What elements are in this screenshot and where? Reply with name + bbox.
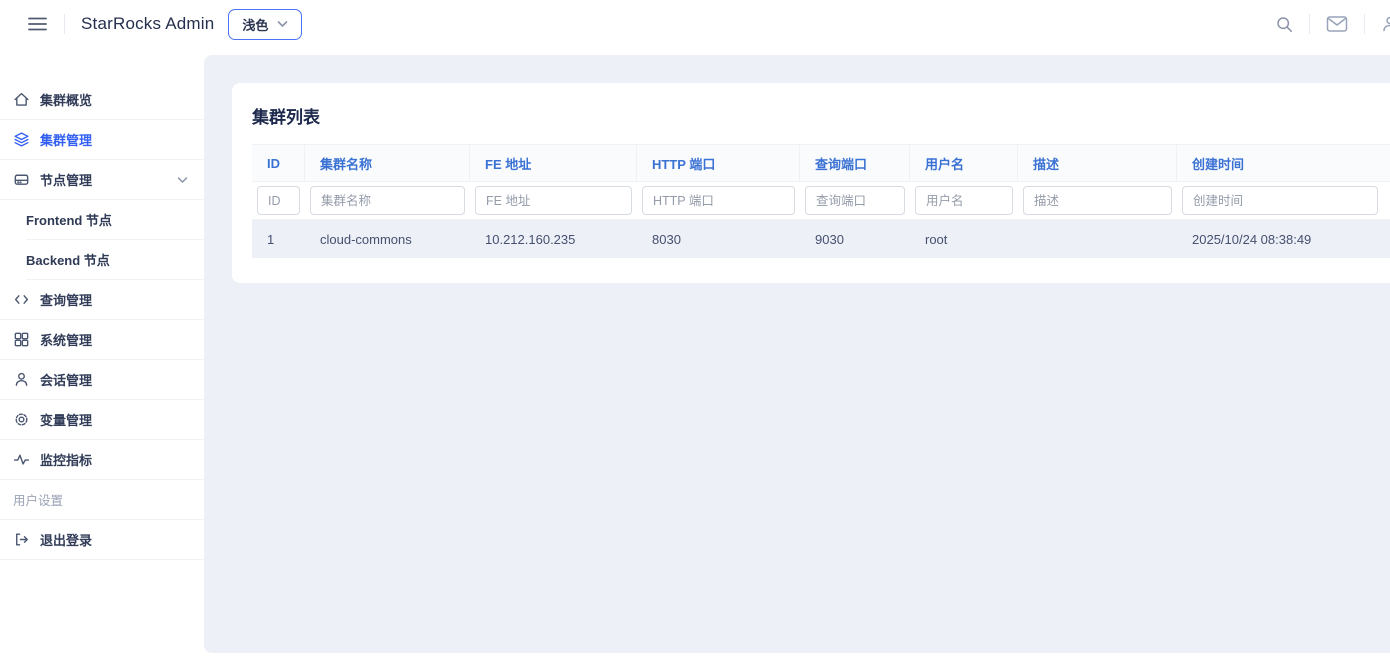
topbar-right bbox=[1276, 0, 1390, 48]
filter-input-description[interactable] bbox=[1023, 186, 1172, 215]
column-header-fe-address: FE 地址 bbox=[470, 145, 637, 181]
table-header-row: ID 集群名称 FE 地址 HTTP 端口 查询端口 用户名 描述 创建时间 bbox=[252, 144, 1390, 182]
filter-input-username[interactable] bbox=[915, 186, 1013, 215]
sidebar-item-session-management[interactable]: 会话管理 bbox=[0, 360, 204, 400]
sidebar: 集群概览 集群管理 节点管理 Frontend 节点 Backend 节点 bbox=[0, 48, 204, 662]
sidebar-item-label: 查询管理 bbox=[40, 290, 92, 309]
sidebar-item-variable-management[interactable]: 变量管理 bbox=[0, 400, 204, 440]
cluster-list-card: 集群列表 ID 集群名称 FE 地址 HTTP 端口 查询端口 用户名 描述 创… bbox=[232, 83, 1390, 283]
sidebar-item-backend-nodes[interactable]: Backend 节点 bbox=[26, 240, 204, 280]
cell-cluster-name: cloud-commons bbox=[305, 220, 470, 258]
theme-selector[interactable]: 浅色 bbox=[228, 9, 302, 40]
filter-input-created-at[interactable] bbox=[1182, 186, 1378, 215]
sidebar-item-label: 监控指标 bbox=[40, 450, 92, 469]
layers-icon bbox=[13, 131, 30, 148]
cell-fe-address: 10.212.160.235 bbox=[470, 220, 637, 258]
sidebar-section-user-settings: 用户设置 bbox=[0, 480, 204, 520]
page-title: 集群列表 bbox=[232, 83, 1390, 144]
server-icon bbox=[13, 171, 30, 188]
cell-username: root bbox=[910, 220, 1018, 258]
grid-icon bbox=[13, 331, 30, 348]
sidebar-item-cluster-management[interactable]: 集群管理 bbox=[0, 120, 204, 160]
cell-query-port: 9030 bbox=[800, 220, 910, 258]
sidebar-item-label: 会话管理 bbox=[40, 370, 92, 389]
gear-icon bbox=[13, 411, 30, 428]
content-panel: 集群列表 ID 集群名称 FE 地址 HTTP 端口 查询端口 用户名 描述 创… bbox=[204, 55, 1390, 653]
filter-input-cluster-name[interactable] bbox=[310, 186, 465, 215]
topbar-divider bbox=[1364, 14, 1365, 34]
cell-http-port: 8030 bbox=[637, 220, 800, 258]
person-icon bbox=[13, 371, 30, 388]
sidebar-item-node-management[interactable]: 节点管理 bbox=[0, 160, 204, 200]
chevron-down-icon bbox=[177, 176, 188, 184]
sidebar-item-logout[interactable]: 退出登录 bbox=[0, 520, 204, 560]
sidebar-item-label: Frontend 节点 bbox=[26, 210, 112, 229]
sidebar-item-label: 节点管理 bbox=[40, 170, 92, 189]
column-header-username: 用户名 bbox=[910, 145, 1018, 181]
app-title: StarRocks Admin bbox=[81, 14, 214, 34]
chevron-down-icon bbox=[277, 20, 288, 28]
sidebar-item-label: 系统管理 bbox=[40, 330, 92, 349]
topbar-divider bbox=[1309, 14, 1310, 34]
home-icon bbox=[13, 91, 30, 108]
sidebar-item-query-management[interactable]: 查询管理 bbox=[0, 280, 204, 320]
topbar: StarRocks Admin 浅色 bbox=[0, 0, 1390, 48]
filter-input-http-port[interactable] bbox=[642, 186, 795, 215]
sidebar-section-label: 用户设置 bbox=[13, 490, 63, 509]
filter-input-id[interactable] bbox=[257, 186, 300, 215]
theme-selector-label: 浅色 bbox=[242, 15, 268, 34]
column-header-created-at: 创建时间 bbox=[1177, 145, 1390, 181]
cell-id: 1 bbox=[252, 220, 305, 258]
sidebar-item-label: 集群概览 bbox=[40, 90, 92, 109]
sidebar-item-monitoring-metrics[interactable]: 监控指标 bbox=[0, 440, 204, 480]
sidebar-item-label: 退出登录 bbox=[40, 530, 92, 549]
column-header-query-port: 查询端口 bbox=[800, 145, 910, 181]
menu-collapse-icon[interactable] bbox=[28, 14, 48, 34]
activity-icon bbox=[13, 451, 30, 468]
cell-description bbox=[1018, 220, 1177, 258]
cluster-table: ID 集群名称 FE 地址 HTTP 端口 查询端口 用户名 描述 创建时间 bbox=[252, 144, 1390, 258]
table-row[interactable]: 1 cloud-commons 10.212.160.235 8030 9030… bbox=[252, 220, 1390, 258]
column-header-cluster-name: 集群名称 bbox=[305, 145, 470, 181]
column-header-http-port: HTTP 端口 bbox=[637, 145, 800, 181]
sidebar-item-frontend-nodes[interactable]: Frontend 节点 bbox=[26, 200, 204, 240]
topbar-divider bbox=[64, 14, 65, 34]
topbar-left: StarRocks Admin 浅色 bbox=[0, 9, 302, 40]
cell-created-at: 2025/10/24 08:38:49 bbox=[1177, 220, 1390, 258]
filter-input-fe-address[interactable] bbox=[475, 186, 632, 215]
search-icon[interactable] bbox=[1276, 16, 1293, 33]
code-icon bbox=[13, 291, 30, 308]
user-icon[interactable] bbox=[1381, 15, 1390, 33]
sidebar-item-label: 集群管理 bbox=[40, 130, 92, 149]
sidebar-item-system-management[interactable]: 系统管理 bbox=[0, 320, 204, 360]
table-filter-row bbox=[252, 182, 1390, 220]
logout-icon bbox=[13, 531, 30, 548]
filter-input-query-port[interactable] bbox=[805, 186, 905, 215]
sidebar-item-label: 变量管理 bbox=[40, 410, 92, 429]
mail-icon[interactable] bbox=[1326, 15, 1348, 33]
column-header-id: ID bbox=[252, 145, 305, 181]
sidebar-item-label: Backend 节点 bbox=[26, 250, 110, 269]
column-header-description: 描述 bbox=[1018, 145, 1177, 181]
sidebar-item-cluster-overview[interactable]: 集群概览 bbox=[0, 80, 204, 120]
